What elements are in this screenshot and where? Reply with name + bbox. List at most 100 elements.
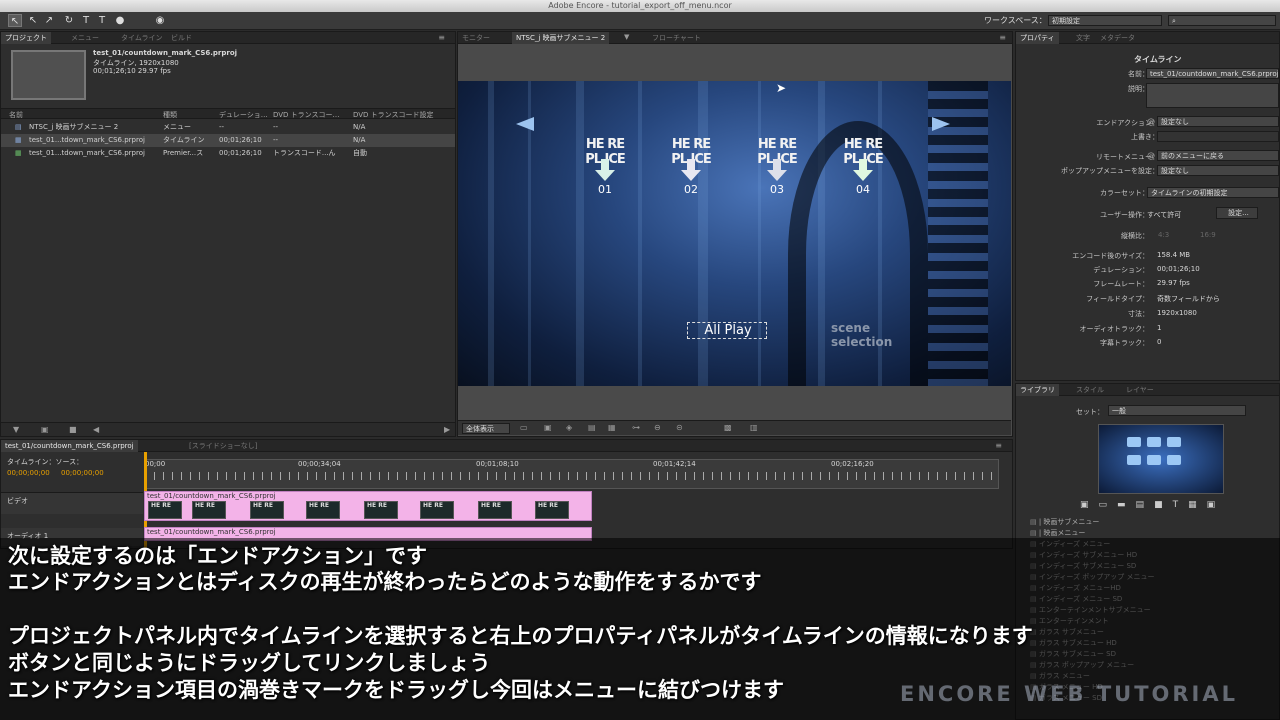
search-input[interactable]: ⌕	[1168, 15, 1276, 26]
end-action-select[interactable]: 設定なし	[1157, 116, 1279, 127]
toggle-icon[interactable]: ⊖	[654, 423, 661, 432]
list-item[interactable]: ▤ | 映画サブメニュー	[1030, 517, 1099, 527]
tab-timeline[interactable]: test_01/countdown_mark_CS6.prproj	[1, 440, 138, 452]
rotate-tool-icon[interactable]: ↻	[62, 14, 76, 27]
chapter-button-2[interactable]: HE RE PL ICE 02	[656, 135, 726, 205]
safe-area-icon[interactable]: ▭	[520, 423, 528, 432]
ruler-mark-0: 00;00	[145, 460, 166, 468]
timecode-current[interactable]: 00;00;00;00	[7, 469, 50, 477]
add-button-icon[interactable]: ▦	[608, 423, 616, 432]
folder-icon[interactable]: ■	[1154, 500, 1173, 510]
workspace-select[interactable]: 初期設定	[1048, 15, 1162, 26]
prev-arrow-icon[interactable]	[516, 117, 534, 131]
scroll-right-icon[interactable]: ▶	[444, 425, 450, 434]
scroll-left-icon[interactable]: ◀	[93, 425, 99, 434]
panel-menu-icon[interactable]: ≡	[999, 33, 1006, 42]
image-icon[interactable]: ▦	[1188, 500, 1207, 510]
tab-character[interactable]: 文字	[1072, 32, 1094, 44]
tab-properties[interactable]: プロパティ	[1016, 32, 1059, 44]
end-action-pickwhip-icon[interactable]: @	[1147, 117, 1155, 126]
col-type[interactable]: 種類	[163, 110, 177, 120]
panel-menu-icon[interactable]: ≡	[438, 33, 445, 42]
timecode-source[interactable]: 00;00;00;00	[61, 469, 104, 477]
new-menu-icon[interactable]: ▣	[1080, 500, 1099, 510]
move-tool-icon[interactable]: ↗	[42, 14, 56, 27]
thumb-text: HE RE	[423, 502, 443, 509]
next-arrow-icon[interactable]	[932, 117, 950, 131]
filter-icon[interactable]: ▼	[13, 425, 19, 434]
tab-slideshow[interactable]: [スライドショーなし]	[185, 440, 261, 452]
col-dvd-setting[interactable]: DVD トランスコード設定	[353, 110, 434, 120]
zoom-tool-icon[interactable]: ●	[113, 14, 127, 27]
preview-tool-icon[interactable]: ◉	[153, 14, 167, 27]
override-select[interactable]	[1157, 131, 1279, 142]
settings-button[interactable]: 設定...	[1216, 207, 1258, 219]
timeline-source-label: タイムライン：ソース：	[7, 458, 84, 466]
aspect-4-3[interactable]: 4:3	[1158, 231, 1169, 239]
menu-template-icon: ▤	[1030, 518, 1039, 526]
tab-library[interactable]: ライブラリ	[1016, 384, 1059, 396]
cell-type: Premier...ス	[163, 149, 204, 157]
tab-layers[interactable]: レイヤー	[1122, 384, 1158, 396]
remote-select[interactable]: 前のメニューに戻る	[1157, 150, 1279, 161]
grid-icon[interactable]: ▩	[724, 423, 732, 432]
place-icon[interactable]: ▤	[1136, 500, 1155, 510]
show-buttons-icon[interactable]: ▣	[544, 423, 552, 432]
preview-icon[interactable]: ⊝	[676, 423, 683, 432]
duration-label: デュレーション：	[1093, 266, 1149, 274]
all-play-button[interactable]: All Play	[687, 322, 767, 339]
popup-select[interactable]: 設定なし	[1157, 165, 1279, 176]
col-name[interactable]: 名前	[9, 110, 23, 120]
col-dvd-transcode[interactable]: DVD トランスコー…	[273, 110, 340, 120]
tab-dropdown-icon[interactable]: ▼	[624, 33, 629, 41]
tab-metadata[interactable]: メタデータ	[1096, 32, 1139, 44]
aspect-16-9[interactable]: 16:9	[1200, 231, 1216, 239]
panel-menu-icon[interactable]: ≡	[995, 441, 1002, 450]
scene-line-1: scene	[831, 321, 871, 335]
description-field[interactable]	[1146, 83, 1279, 108]
set-select[interactable]: 一般	[1108, 405, 1246, 416]
vertical-text-tool-icon[interactable]: T	[95, 14, 109, 27]
down-arrow-icon	[767, 159, 787, 181]
tab-flowchart[interactable]: フローチャート	[648, 32, 705, 44]
text-tool-icon[interactable]: T	[79, 14, 93, 27]
tab-menu-editor[interactable]: NTSC_j 映画サブメニュー 2	[512, 32, 610, 44]
tab-timelines[interactable]: タイムライン	[117, 32, 167, 44]
cell-type: タイムライン	[163, 136, 205, 144]
table-row[interactable]: ▤ NTSC_j 映画サブメニュー 2 メニュー -- -- N/A	[1, 121, 455, 134]
remote-pickwhip-icon[interactable]: @	[1147, 151, 1155, 160]
text-icon[interactable]: T	[1173, 500, 1189, 510]
chapter-button-1[interactable]: HE RE PL ICE 01	[570, 135, 640, 205]
field-type-value: 奇数フィールドから	[1157, 295, 1220, 303]
tab-menus[interactable]: メニュー	[67, 32, 103, 44]
direct-select-tool-icon[interactable]: ↖	[26, 14, 40, 27]
trash-icon[interactable]: ■	[69, 425, 77, 434]
name-field[interactable]: test_01/countdown_mark_CS6.prproj	[1146, 68, 1279, 79]
subpicture-icon[interactable]: ▤	[588, 423, 596, 432]
chapter-button-3[interactable]: HE RE PL ICE 03	[742, 135, 812, 205]
link-icon[interactable]: ⊶	[632, 423, 640, 432]
new-button-icon[interactable]: ▭	[1099, 500, 1118, 510]
zoom-select[interactable]: 全体表示	[462, 423, 510, 434]
subtitle-line-2: エンドアクションとはディスクの再生が終わったらどのような動作をするかです	[8, 570, 762, 594]
menu-canvas[interactable]: HE RE PL ICE 01 HE RE PL ICE 02 HE RE PL ICE 03 H…	[458, 81, 1011, 386]
selection-tool-icon[interactable]: ↖	[8, 14, 22, 27]
chapter-button-4[interactable]: HE RE PL ICE 04	[828, 135, 898, 205]
tab-build[interactable]: ビルド	[167, 32, 196, 44]
layout-icon[interactable]: ▥	[750, 423, 758, 432]
list-item[interactable]: ▤ | 映画メニュー	[1030, 528, 1085, 538]
tab-styles[interactable]: スタイル	[1072, 384, 1108, 396]
route-icon[interactable]: ◈	[566, 423, 572, 432]
tab-project[interactable]: プロジェクト	[1, 32, 51, 44]
new-item-icon[interactable]: ▣	[41, 425, 49, 434]
item-thumbnail	[11, 50, 86, 100]
col-duration[interactable]: デュレーショ…	[219, 110, 268, 120]
delete-icon[interactable]: ▣	[1207, 500, 1226, 510]
colorset-select[interactable]: タイムラインの初期設定	[1147, 187, 1279, 198]
cell-duration: 00;01;26;10	[219, 149, 262, 157]
table-row[interactable]: ▦ test_01...tdown_mark_CS6.prproj Premier.…	[1, 147, 455, 160]
encoded-size-label: エンコード後のサイズ：	[1072, 252, 1149, 260]
tab-monitor[interactable]: モニター	[458, 32, 494, 44]
replace-icon[interactable]: ▬	[1117, 500, 1136, 510]
table-row[interactable]: ▦ test_01...tdown_mark_CS6.prproj タイムライン 00…	[1, 134, 455, 147]
